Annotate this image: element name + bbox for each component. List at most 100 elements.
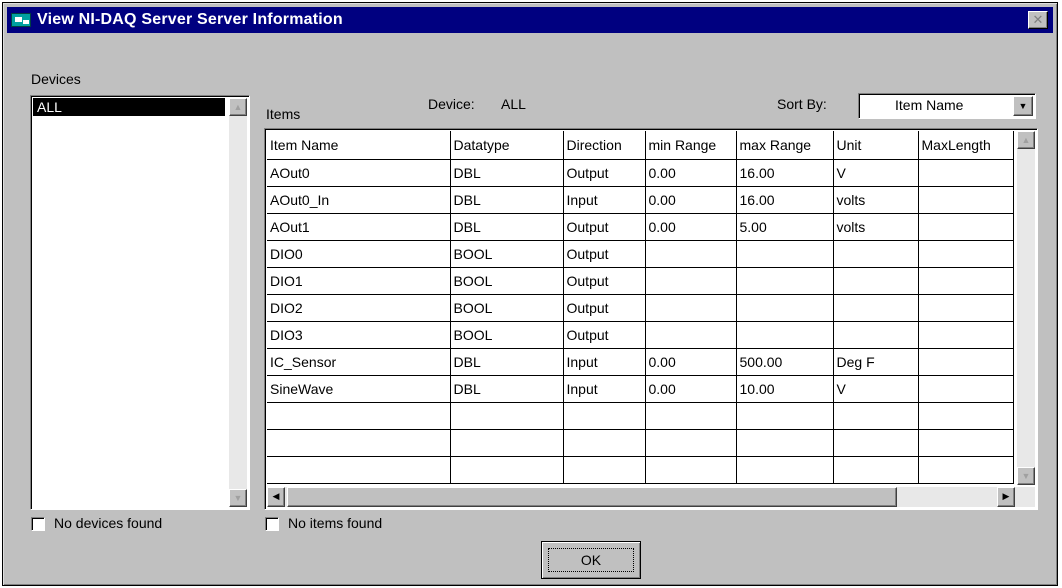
scroll-down-arrow-icon[interactable]: ▼ (229, 489, 247, 507)
table-cell[interactable]: AOut0 (267, 159, 451, 187)
sort-by-select[interactable]: Item Name ▼ (858, 93, 1036, 119)
close-button[interactable]: ✕ (1028, 11, 1048, 29)
table-cell[interactable]: DBL (450, 186, 564, 214)
table-cell[interactable]: volts (833, 186, 919, 214)
table-cell[interactable]: Input (563, 348, 646, 376)
table-cell[interactable] (563, 456, 646, 484)
scroll-down-arrow-icon[interactable]: ▼ (1017, 467, 1035, 485)
table-cell[interactable]: BOOL (450, 321, 564, 349)
table-cell[interactable]: BOOL (450, 240, 564, 268)
table-cell[interactable] (645, 429, 737, 457)
devices-list[interactable]: ALL ▲ ▼ (30, 95, 250, 510)
table-cell[interactable] (645, 267, 737, 295)
no-devices-checkbox[interactable] (31, 517, 45, 531)
ok-button[interactable]: OK (541, 541, 641, 579)
table-cell[interactable]: DBL (450, 159, 564, 187)
column-header[interactable]: Datatype (450, 131, 564, 160)
table-row[interactable]: DIO1 BOOL Output (267, 267, 1014, 295)
table-cell[interactable] (918, 240, 1014, 268)
table-cell[interactable]: Input (563, 375, 646, 403)
items-vertical-scrollbar[interactable]: ▲ ▼ (1017, 131, 1035, 485)
table-row[interactable]: SineWave DBL Input 0.00 10.00 V (267, 375, 1014, 403)
column-header[interactable]: Unit (833, 131, 919, 160)
table-row[interactable]: DIO2 BOOL Output (267, 294, 1014, 322)
table-cell[interactable]: 0.00 (645, 159, 737, 187)
table-cell[interactable]: DBL (450, 348, 564, 376)
column-header[interactable]: Direction (563, 131, 646, 160)
items-horizontal-scrollbar[interactable]: ◀ ▶ (267, 487, 1035, 507)
table-cell[interactable]: IC_Sensor (267, 348, 451, 376)
table-cell[interactable]: DIO2 (267, 294, 451, 322)
table-row[interactable] (267, 456, 1014, 484)
table-cell[interactable] (645, 402, 737, 430)
table-cell[interactable] (736, 240, 834, 268)
table-cell[interactable]: AOut0_In (267, 186, 451, 214)
table-cell[interactable] (645, 240, 737, 268)
table-cell[interactable]: Input (563, 186, 646, 214)
table-cell[interactable]: volts (833, 213, 919, 241)
table-cell[interactable] (918, 456, 1014, 484)
scroll-right-arrow-icon[interactable]: ▶ (997, 487, 1015, 507)
device-item-all[interactable]: ALL (33, 98, 225, 116)
table-cell[interactable]: 16.00 (736, 186, 834, 214)
table-cell[interactable] (918, 321, 1014, 349)
scroll-up-arrow-icon[interactable]: ▲ (229, 98, 247, 116)
table-row[interactable] (267, 402, 1014, 430)
table-cell[interactable] (450, 402, 564, 430)
table-cell[interactable]: DIO3 (267, 321, 451, 349)
table-cell[interactable] (736, 402, 834, 430)
table-cell[interactable] (736, 321, 834, 349)
table-cell[interactable]: BOOL (450, 294, 564, 322)
table-cell[interactable]: 0.00 (645, 186, 737, 214)
table-cell[interactable]: 500.00 (736, 348, 834, 376)
scroll-left-arrow-icon[interactable]: ◀ (267, 487, 285, 507)
table-cell[interactable] (267, 456, 451, 484)
table-row[interactable]: IC_Sensor DBL Input 0.00 500.00 Deg F (267, 348, 1014, 376)
table-cell[interactable]: SineWave (267, 375, 451, 403)
table-cell[interactable] (918, 267, 1014, 295)
table-cell[interactable] (736, 456, 834, 484)
table-cell[interactable]: 5.00 (736, 213, 834, 241)
table-cell[interactable] (736, 294, 834, 322)
table-row[interactable]: DIO3 BOOL Output (267, 321, 1014, 349)
table-cell[interactable] (267, 402, 451, 430)
table-cell[interactable] (918, 348, 1014, 376)
table-cell[interactable]: Deg F (833, 348, 919, 376)
table-row[interactable]: DIO0 BOOL Output (267, 240, 1014, 268)
table-row[interactable]: AOut0_In DBL Input 0.00 16.00 volts (267, 186, 1014, 214)
table-row[interactable]: AOut0 DBL Output 0.00 16.00 V (267, 159, 1014, 187)
table-cell[interactable] (918, 213, 1014, 241)
table-cell[interactable] (450, 456, 564, 484)
table-cell[interactable]: V (833, 375, 919, 403)
column-header[interactable]: max Range (736, 131, 834, 160)
table-cell[interactable]: Output (563, 321, 646, 349)
table-cell[interactable] (918, 429, 1014, 457)
table-cell[interactable]: Output (563, 294, 646, 322)
devices-vertical-scrollbar[interactable]: ▲ ▼ (229, 98, 247, 507)
table-cell[interactable] (918, 375, 1014, 403)
table-cell[interactable]: Output (563, 159, 646, 187)
table-cell[interactable] (736, 267, 834, 295)
table-cell[interactable] (833, 456, 919, 484)
table-cell[interactable] (833, 294, 919, 322)
table-cell[interactable]: DIO0 (267, 240, 451, 268)
table-cell[interactable]: 0.00 (645, 348, 737, 376)
table-cell[interactable]: Output (563, 267, 646, 295)
table-cell[interactable]: DBL (450, 375, 564, 403)
table-cell[interactable]: 10.00 (736, 375, 834, 403)
table-cell[interactable]: 0.00 (645, 213, 737, 241)
table-cell[interactable] (918, 402, 1014, 430)
table-cell[interactable] (833, 321, 919, 349)
table-cell[interactable]: BOOL (450, 267, 564, 295)
table-cell[interactable] (645, 321, 737, 349)
chevron-down-icon[interactable]: ▼ (1013, 96, 1033, 116)
scroll-up-arrow-icon[interactable]: ▲ (1017, 131, 1035, 149)
table-cell[interactable]: V (833, 159, 919, 187)
table-cell[interactable]: Output (563, 240, 646, 268)
table-cell[interactable] (736, 429, 834, 457)
table-row[interactable] (267, 429, 1014, 457)
column-header[interactable]: Item Name (267, 131, 451, 160)
no-items-checkbox[interactable] (265, 517, 279, 531)
column-header[interactable]: MaxLength (918, 131, 1014, 160)
table-cell[interactable] (833, 429, 919, 457)
